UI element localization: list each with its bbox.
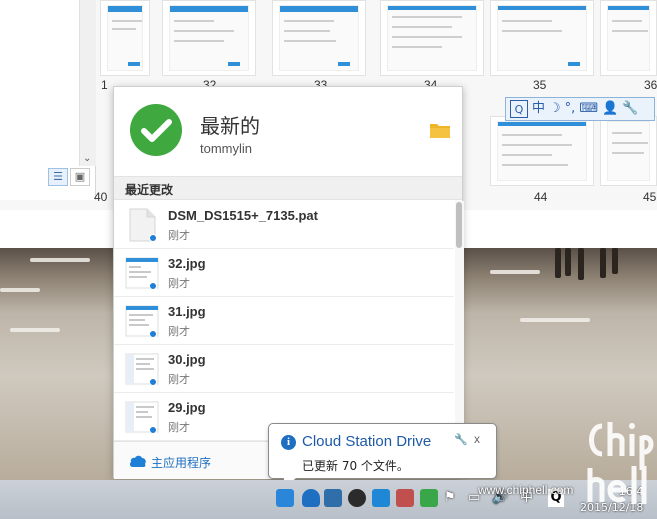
- details-view-icon[interactable]: ☰: [48, 168, 68, 186]
- thumbnail[interactable]: [380, 0, 484, 76]
- sync-complete-check-icon: [130, 104, 182, 156]
- ime-mode-icon[interactable]: Q: [510, 100, 528, 118]
- list-item[interactable]: DSM_DS1515+_7135.pat 刚才: [114, 201, 454, 249]
- synced-indicator-icon: [149, 330, 157, 338]
- open-folder-icon[interactable]: [429, 121, 451, 139]
- teamviewer-icon[interactable]: [372, 489, 390, 507]
- list-item[interactable]: 30.jpg 刚才: [114, 345, 454, 393]
- cloud-station-tray-icon[interactable]: [276, 489, 294, 507]
- ime-keyboard-icon[interactable]: ⌨: [579, 100, 598, 118]
- ime-punctuation-icon[interactable]: °,: [565, 100, 576, 118]
- thumbnail[interactable]: [600, 116, 657, 186]
- security-check-icon[interactable]: [420, 489, 438, 507]
- scrollbar-thumb[interactable]: [456, 202, 462, 248]
- synced-indicator-icon: [149, 282, 157, 290]
- thumbnail-label: 35: [533, 78, 547, 92]
- file-time: 刚才: [168, 325, 190, 338]
- close-button[interactable]: x: [474, 432, 480, 446]
- file-time: 刚才: [168, 421, 190, 434]
- scroll-down-arrow-icon[interactable]: ⌄: [83, 153, 91, 164]
- file-name: 29.jpg: [168, 400, 206, 415]
- account-username: tommylin: [200, 141, 253, 156]
- sync-status-title: 最新的: [200, 114, 260, 138]
- list-item[interactable]: 32.jpg 刚才: [114, 249, 454, 297]
- file-name: 30.jpg: [168, 352, 206, 367]
- thumbnail-label: 45: [643, 190, 657, 204]
- ime-settings-icon[interactable]: 🔧: [622, 100, 638, 118]
- navigation-pane: ⌄ ☰ ▣: [0, 0, 96, 200]
- sync-notification-balloon[interactable]: i Cloud Station Drive 🔧 x 已更新 70 个文件。: [268, 423, 497, 490]
- qq-penguin-icon[interactable]: [348, 489, 366, 507]
- chiphell-logo: [587, 422, 654, 504]
- shield-icon[interactable]: [302, 489, 320, 507]
- notification-message: 已更新 70 个文件。: [302, 459, 409, 473]
- file-name: 31.jpg: [168, 304, 206, 319]
- ime-chinese-toggle[interactable]: 中: [532, 100, 545, 118]
- file-name: 32.jpg: [168, 256, 206, 271]
- thumbnail-label: 1: [101, 78, 108, 92]
- file-time: 刚才: [168, 373, 190, 386]
- info-icon: i: [281, 435, 296, 450]
- thumbnail[interactable]: [100, 0, 150, 76]
- thumbnail[interactable]: [490, 116, 594, 186]
- thumbnail-label: 40: [94, 190, 108, 204]
- file-name: DSM_DS1515+_7135.pat: [168, 208, 318, 223]
- watermark-url: www.chiphell.com: [478, 483, 574, 497]
- list-item[interactable]: 31.jpg 刚才: [114, 297, 454, 345]
- thumbnail-view-icon[interactable]: ▣: [70, 168, 90, 186]
- thumbnail[interactable]: [600, 0, 657, 76]
- file-time: 刚才: [168, 229, 190, 242]
- synced-indicator-icon: [149, 234, 157, 242]
- utility-tray-icon[interactable]: [396, 489, 414, 507]
- thumbnail[interactable]: [272, 0, 366, 76]
- recent-changes-header: 最近更改: [114, 176, 462, 200]
- wrench-settings-icon[interactable]: 🔧: [454, 433, 468, 446]
- notification-title: Cloud Station Drive: [302, 433, 432, 450]
- thumbnail[interactable]: [162, 0, 256, 76]
- thumbnail[interactable]: [490, 0, 594, 76]
- synced-indicator-icon: [149, 426, 157, 434]
- app-tray-icon[interactable]: [324, 489, 342, 507]
- synced-indicator-icon: [149, 378, 157, 386]
- ime-language-bar[interactable]: Q 中 ☽ °, ⌨ 👤 🔧: [505, 97, 655, 121]
- navigation-scrollbar[interactable]: ⌄: [79, 0, 96, 166]
- recent-files-list: DSM_DS1515+_7135.pat 刚才 32.jpg 刚才 31.jpg…: [114, 201, 454, 441]
- open-main-app-link[interactable]: 主应用程序: [151, 454, 211, 471]
- ime-user-icon[interactable]: 👤: [602, 100, 618, 118]
- thumbnail-label: 36: [644, 78, 657, 92]
- ime-moon-icon[interactable]: ☽: [549, 100, 561, 118]
- recent-files-scrollbar[interactable]: [455, 201, 464, 441]
- recent-changes-title: 最近更改: [125, 183, 174, 197]
- cloud-station-popup: 最新的 tommylin 最近更改 DSM_DS1515+_7135.pat 刚…: [113, 86, 464, 479]
- cloud-icon: [129, 455, 146, 467]
- thumbnail-label: 44: [534, 190, 548, 204]
- file-time: 刚才: [168, 277, 190, 290]
- status-header: 最新的 tommylin: [114, 87, 462, 176]
- action-center-flag-icon[interactable]: ⚑: [444, 489, 456, 507]
